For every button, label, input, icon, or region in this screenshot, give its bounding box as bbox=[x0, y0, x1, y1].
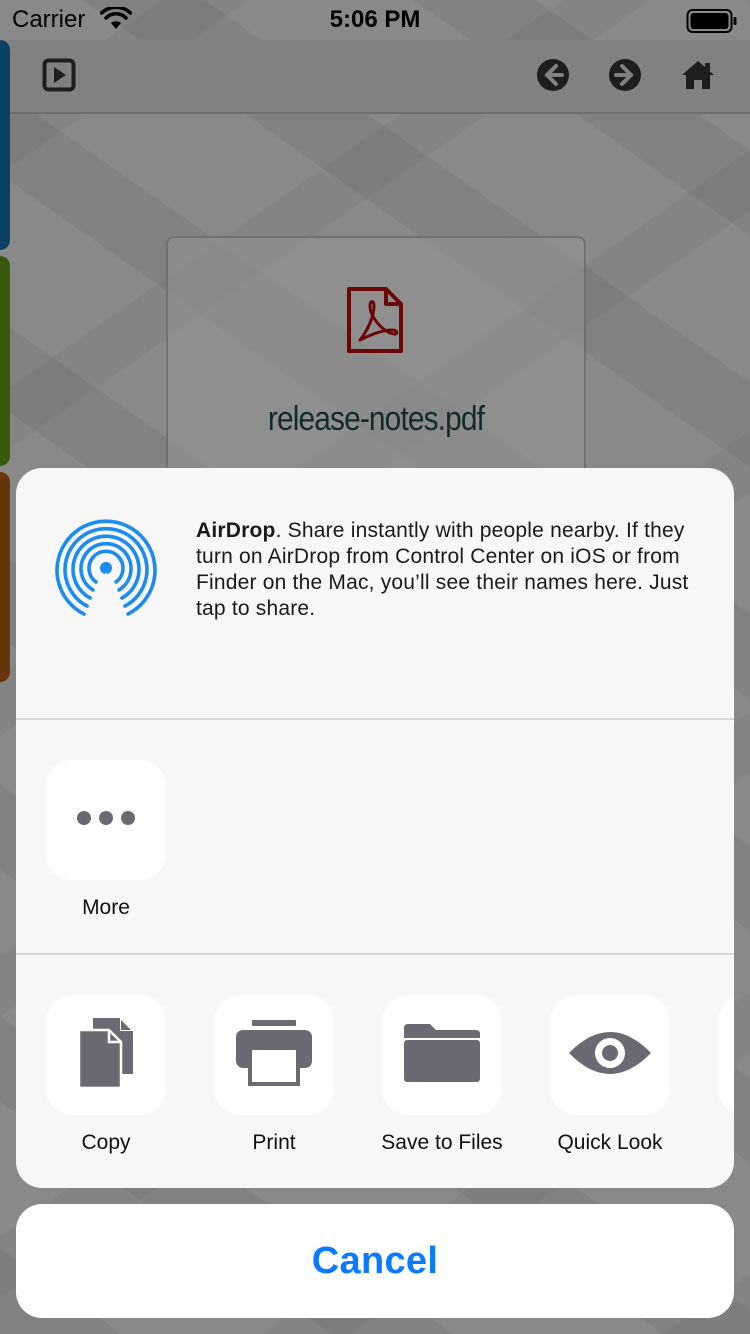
cancel-label: Cancel bbox=[311, 1239, 439, 1282]
folder-icon bbox=[402, 1022, 482, 1089]
divider bbox=[16, 718, 734, 720]
save-to-files-button[interactable] bbox=[382, 995, 502, 1115]
print-label: Print bbox=[252, 1131, 296, 1154]
print-button[interactable] bbox=[214, 995, 334, 1115]
copy-icon bbox=[77, 1016, 135, 1095]
ellipsis-icon bbox=[76, 810, 136, 831]
eye-icon bbox=[567, 1025, 653, 1086]
partial-action-label: C bbox=[694, 1131, 734, 1155]
airdrop-title: AirDrop bbox=[196, 519, 276, 542]
copy-button[interactable] bbox=[46, 995, 166, 1115]
divider bbox=[16, 953, 734, 955]
cancel-button[interactable]: Cancel bbox=[16, 1204, 734, 1318]
airdrop-section: AirDrop. Share instantly with people nea… bbox=[16, 468, 734, 718]
quick-look-button[interactable] bbox=[550, 995, 670, 1115]
share-sheet: AirDrop. Share instantly with people nea… bbox=[16, 468, 734, 1188]
printer-icon bbox=[234, 1018, 314, 1093]
partially-visible-action[interactable] bbox=[718, 995, 734, 1115]
save-to-files-label: Save to Files bbox=[381, 1131, 503, 1154]
more-button[interactable] bbox=[46, 760, 166, 880]
airdrop-icon bbox=[54, 518, 158, 623]
copy-label: Copy bbox=[81, 1131, 131, 1154]
more-label: More bbox=[82, 896, 130, 919]
quick-look-label: Quick Look bbox=[557, 1131, 663, 1154]
airdrop-description: AirDrop. Share instantly with people nea… bbox=[196, 518, 716, 622]
